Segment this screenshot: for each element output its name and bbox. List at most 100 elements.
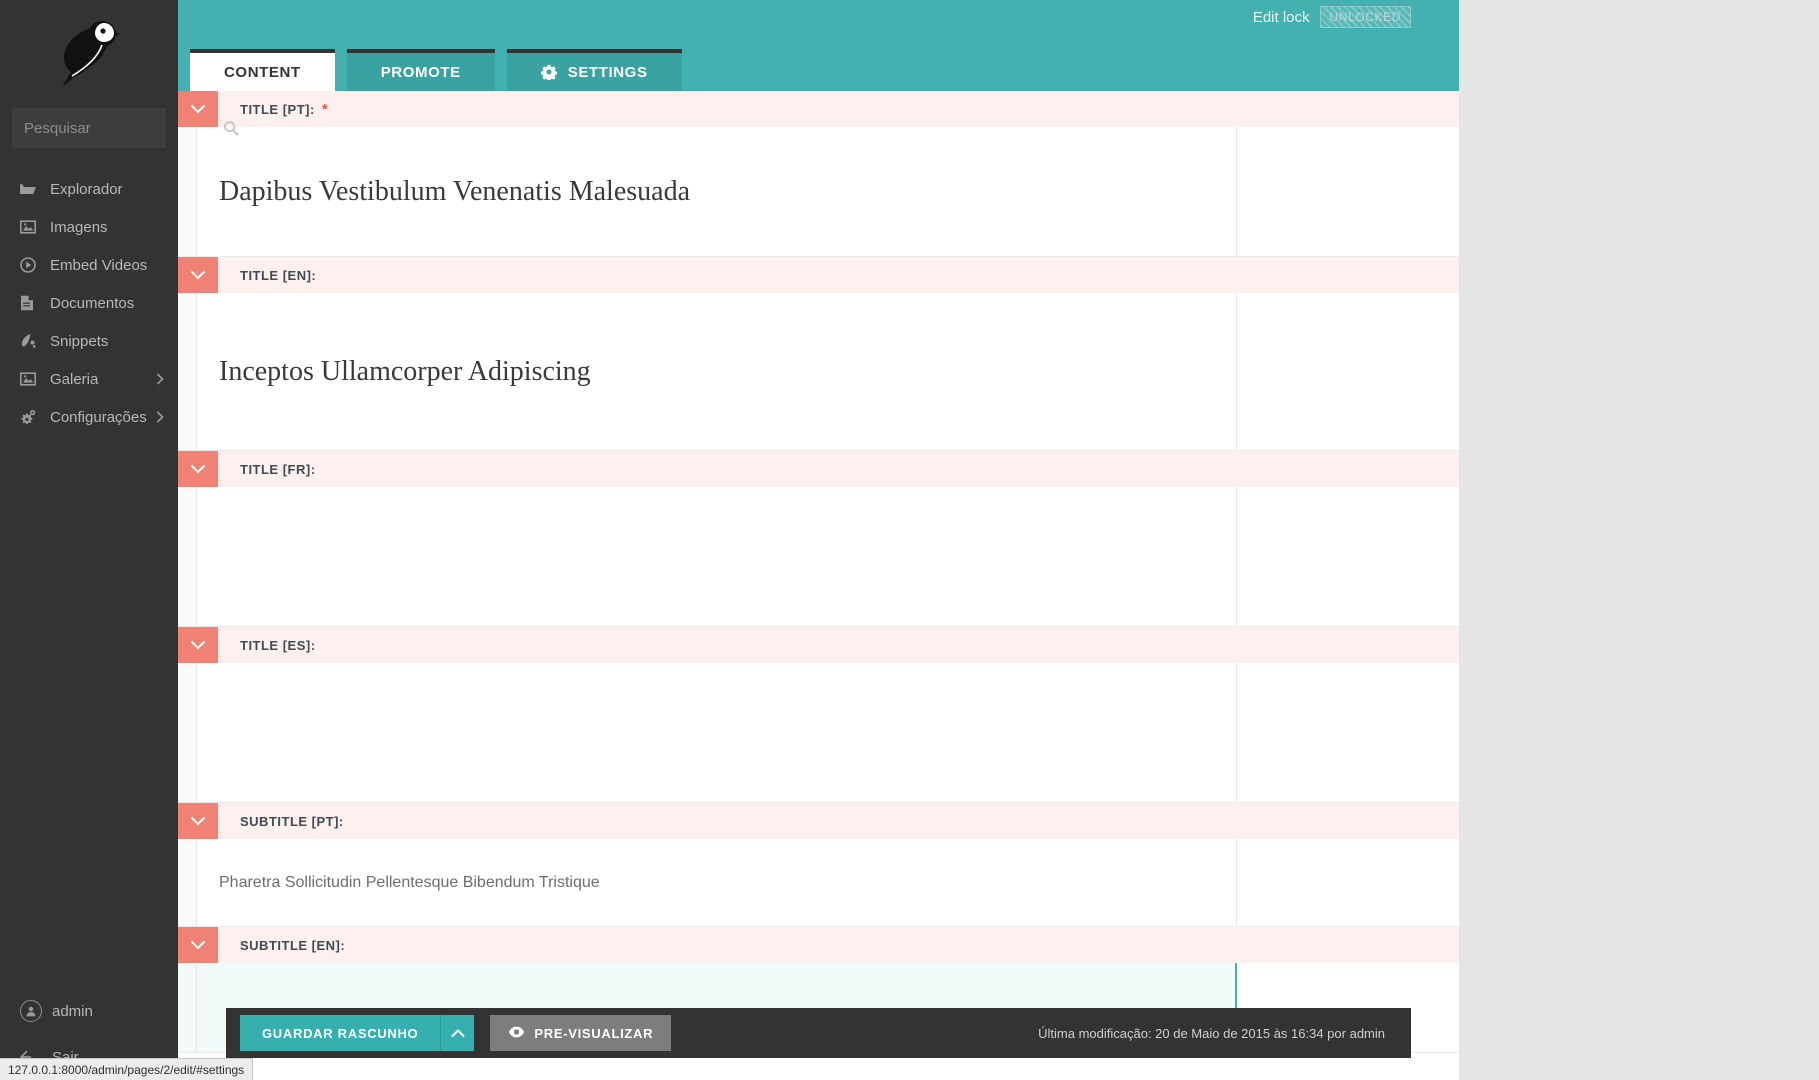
field-gutter <box>178 293 196 450</box>
sidebar-item-galeria[interactable]: Galeria <box>0 360 178 398</box>
search-box[interactable] <box>12 108 166 148</box>
sidebar-item-explorador[interactable]: Explorador <box>0 170 178 208</box>
field-label: TITLE [EN]: <box>240 268 316 283</box>
status-url: 127.0.0.1:8000/admin/pages/2/edit/#setti… <box>8 1063 244 1077</box>
tab-bar: CONTENT PROMOTE SETTINGS <box>190 49 682 91</box>
sidebar-item-snippets[interactable]: Snippets <box>0 322 178 360</box>
sidebar-item-label: Imagens <box>50 219 108 236</box>
title-en-input[interactable] <box>219 356 1236 388</box>
tab-promote[interactable]: PROMOTE <box>347 49 495 91</box>
field-input-zone[interactable] <box>196 127 1237 256</box>
field-title-es: TITLE [ES]: <box>178 627 1459 803</box>
folder-open-icon <box>20 182 42 196</box>
search-icon[interactable] <box>223 120 239 136</box>
field-help-column <box>1237 839 1459 926</box>
search-input[interactable] <box>24 120 223 137</box>
save-options-toggle[interactable] <box>440 1015 474 1051</box>
tab-label: SETTINGS <box>568 64 648 81</box>
field-input-zone[interactable] <box>196 487 1237 626</box>
user-avatar-icon <box>20 1000 42 1022</box>
field-list: TITLE [PT]: * TITLE [EN]: <box>178 91 1459 1053</box>
title-pt-input[interactable] <box>219 176 1236 208</box>
sidebar-user-label: admin <box>52 1003 93 1020</box>
field-input-zone[interactable] <box>196 839 1237 926</box>
title-fr-input[interactable] <box>219 541 1236 573</box>
edit-lock-status-badge[interactable]: UNLOCKED <box>1320 6 1411 28</box>
field-header: SUBTITLE [PT]: <box>178 803 1459 839</box>
save-button-group: GUARDAR RASCUNHO <box>240 1015 474 1051</box>
collapse-toggle-button[interactable] <box>178 803 218 839</box>
field-title-fr: TITLE [FR]: <box>178 451 1459 627</box>
sidebar: Explorador Imagens Embed Videos Document… <box>0 0 178 1080</box>
play-circle-icon <box>20 257 42 273</box>
edit-lock-label: Edit lock <box>1253 9 1310 26</box>
sidebar-item-label: Documentos <box>50 295 134 312</box>
field-label: SUBTITLE [EN]: <box>240 938 345 953</box>
field-gutter <box>178 963 196 1052</box>
collapse-toggle-button[interactable] <box>178 627 218 663</box>
field-label-wrap: SUBTITLE [EN]: <box>218 927 345 963</box>
last-modified-text: Última modificação: 20 de Maio de 2015 à… <box>1038 1026 1397 1041</box>
subtitle-pt-input[interactable] <box>219 874 1236 892</box>
field-header: TITLE [ES]: <box>178 627 1459 663</box>
field-label: TITLE [ES]: <box>240 638 316 653</box>
field-body <box>178 487 1459 627</box>
field-label: SUBTITLE [PT]: <box>240 814 344 829</box>
sidebar-item-imagens[interactable]: Imagens <box>0 208 178 246</box>
field-input-zone[interactable] <box>196 293 1237 450</box>
title-es-input[interactable] <box>219 717 1236 749</box>
main-content: Edit lock UNLOCKED CONTENT PROMOTE SETTI… <box>178 0 1459 1080</box>
collapse-toggle-button[interactable] <box>178 257 218 293</box>
field-help-column <box>1237 487 1459 626</box>
sidebar-item-documentos[interactable]: Documentos <box>0 284 178 322</box>
field-label: TITLE [PT]: <box>240 102 315 117</box>
sidebar-item-label: Configurações <box>50 409 147 426</box>
field-title-pt: TITLE [PT]: * <box>178 91 1459 257</box>
eye-icon <box>508 1026 525 1041</box>
gear-icon <box>541 64 557 80</box>
edit-lock: Edit lock UNLOCKED <box>1253 6 1411 28</box>
tab-content[interactable]: CONTENT <box>190 49 335 91</box>
sidebar-item-embed-videos[interactable]: Embed Videos <box>0 246 178 284</box>
field-help-column <box>1237 127 1459 256</box>
field-input-zone[interactable] <box>196 663 1237 802</box>
chevron-up-icon <box>451 1026 465 1041</box>
tab-settings[interactable]: SETTINGS <box>507 49 682 91</box>
field-label-wrap: TITLE [FR]: <box>218 451 316 487</box>
field-gutter <box>178 487 196 626</box>
field-gutter <box>178 663 196 802</box>
cogs-icon <box>20 409 42 425</box>
field-body <box>178 839 1459 927</box>
image-icon <box>20 220 42 234</box>
page-header: Edit lock UNLOCKED CONTENT PROMOTE SETTI… <box>178 0 1459 91</box>
save-draft-button[interactable]: GUARDAR RASCUNHO <box>240 1015 440 1051</box>
sidebar-item-label: Embed Videos <box>50 257 147 274</box>
preview-button[interactable]: PRE-VISUALIZAR <box>490 1015 671 1051</box>
snippet-icon <box>20 333 42 349</box>
field-header: SUBTITLE [EN]: <box>178 927 1459 963</box>
field-label-wrap: TITLE [ES]: <box>218 627 316 663</box>
sidebar-item-label: Galeria <box>50 371 98 388</box>
field-gutter <box>178 127 196 256</box>
field-help-column <box>1237 663 1459 802</box>
field-header: TITLE [EN]: <box>178 257 1459 293</box>
collapse-toggle-button[interactable] <box>178 927 218 963</box>
field-label-wrap: SUBTITLE [PT]: <box>218 803 344 839</box>
field-body <box>178 127 1459 257</box>
field-title-en: TITLE [EN]: <box>178 257 1459 451</box>
wagtail-bird-logo-icon <box>58 17 120 91</box>
field-body <box>178 293 1459 451</box>
sidebar-item-label: Snippets <box>50 333 108 350</box>
chevron-right-icon <box>156 411 164 423</box>
sidebar-item-configuracoes[interactable]: Configurações <box>0 398 178 436</box>
field-body <box>178 663 1459 803</box>
chevron-right-icon <box>156 373 164 385</box>
action-bar: GUARDAR RASCUNHO PRE-VISUALIZAR Última m… <box>226 1008 1411 1058</box>
field-subtitle-pt: SUBTITLE [PT]: <box>178 803 1459 927</box>
collapse-toggle-button[interactable] <box>178 451 218 487</box>
field-gutter <box>178 839 196 926</box>
logo[interactable] <box>0 0 178 108</box>
tab-label: PROMOTE <box>381 64 461 81</box>
tab-label: CONTENT <box>224 64 301 81</box>
sidebar-user-account[interactable]: admin <box>0 988 178 1034</box>
